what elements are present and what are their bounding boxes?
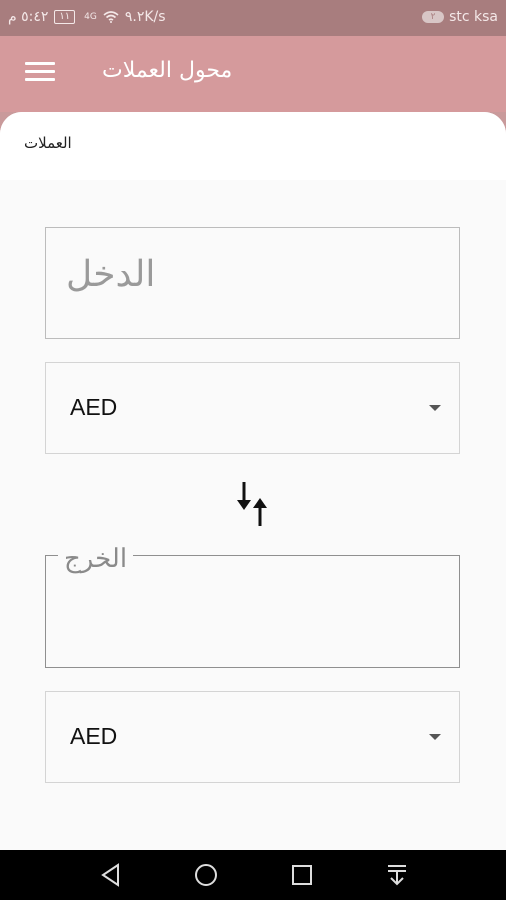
carrier-name: stc ksa [449,9,498,25]
network-speed: ٩.٢K/s [124,9,166,25]
result-output[interactable]: الخرج [45,544,460,668]
amount-input[interactable]: الدخل [45,227,460,339]
output-label: الخرج [58,544,134,574]
section-header: العملات [0,112,506,180]
to-currency-dropdown[interactable]: AED [45,691,460,783]
input-placeholder: الدخل [66,254,156,295]
swap-arrows-icon[interactable] [232,478,272,530]
home-circle-icon[interactable] [193,862,219,888]
pull-down-icon[interactable] [384,862,410,888]
section-label: العملات [24,134,72,152]
to-currency-value: AED [70,723,118,749]
system-nav-bar [0,850,506,900]
recents-square-icon[interactable] [289,862,315,888]
sim-badge: ٢ [422,11,445,23]
status-right: ٢ stc ksa [422,9,498,25]
wifi-icon [103,11,119,23]
from-currency-value: AED [70,394,118,420]
content-card: العملات الدخل AED الخرج AED [0,112,506,850]
clock: ٥:٤٢ م [8,9,49,25]
chevron-down-icon [429,734,441,740]
status-left: ٥:٤٢ م ١١ 4G ٩.٢K/s [8,9,166,25]
battery-level: ١١ [59,11,71,22]
from-currency-dropdown[interactable]: AED [45,362,460,454]
network-type: 4G [84,12,97,22]
app-title: محول العملات [102,58,233,83]
back-triangle-icon[interactable] [98,862,124,888]
battery-icon: ١١ [54,10,76,24]
chevron-down-icon [429,405,441,411]
menu-icon[interactable] [25,62,55,86]
status-bar: ٥:٤٢ م ١١ 4G ٩.٢K/s ٢ stc ksa [0,0,506,36]
app-bar: محول العملات [0,36,506,112]
